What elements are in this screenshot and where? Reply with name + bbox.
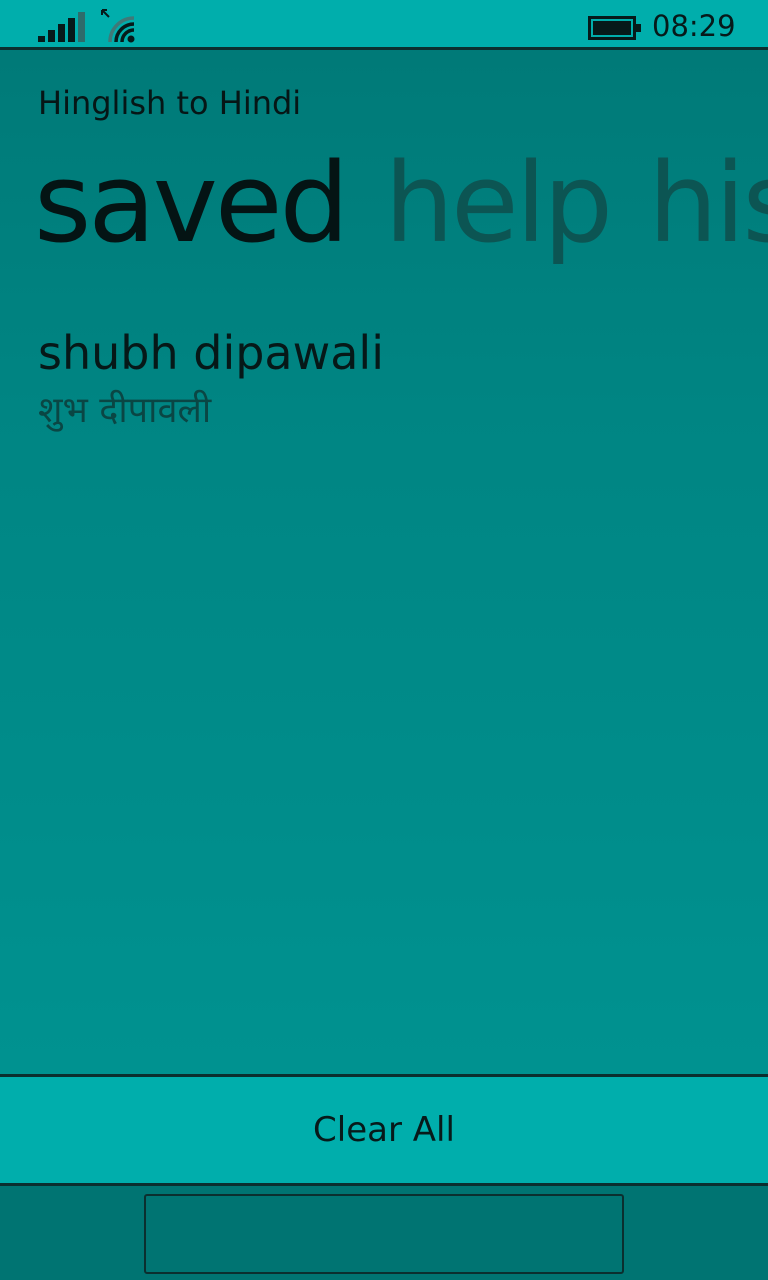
saved-translation-text: शुभ दीपावली	[38, 390, 212, 431]
clear-all-bar: Clear All	[0, 1074, 768, 1186]
bottom-area	[0, 1186, 768, 1280]
clear-all-button[interactable]: Clear All	[4, 1077, 764, 1183]
main-content: Hinglish to Hindi saved help history shubh…	[0, 50, 768, 1076]
saved-list: shubh dipawali शुभ दीपावली	[38, 322, 738, 438]
saved-source-text: shubh dipawali	[38, 326, 384, 380]
status-bar: 08:29	[0, 0, 768, 50]
pivot-tab-saved[interactable]: saved	[34, 138, 349, 268]
app-title: Hinglish to Hindi	[38, 84, 302, 122]
pivot-header: saved help history	[34, 138, 768, 268]
battery-icon	[588, 16, 641, 40]
wifi-icon	[101, 9, 135, 43]
signal-strength-icon	[38, 12, 85, 42]
pivot-tab-help[interactable]: help	[384, 138, 613, 268]
ad-placeholder-box	[144, 1194, 624, 1274]
status-time: 08:29	[652, 9, 736, 43]
pivot-tab-history[interactable]: history	[648, 138, 768, 268]
list-item[interactable]: shubh dipawali शुभ दीपावली	[38, 322, 738, 438]
